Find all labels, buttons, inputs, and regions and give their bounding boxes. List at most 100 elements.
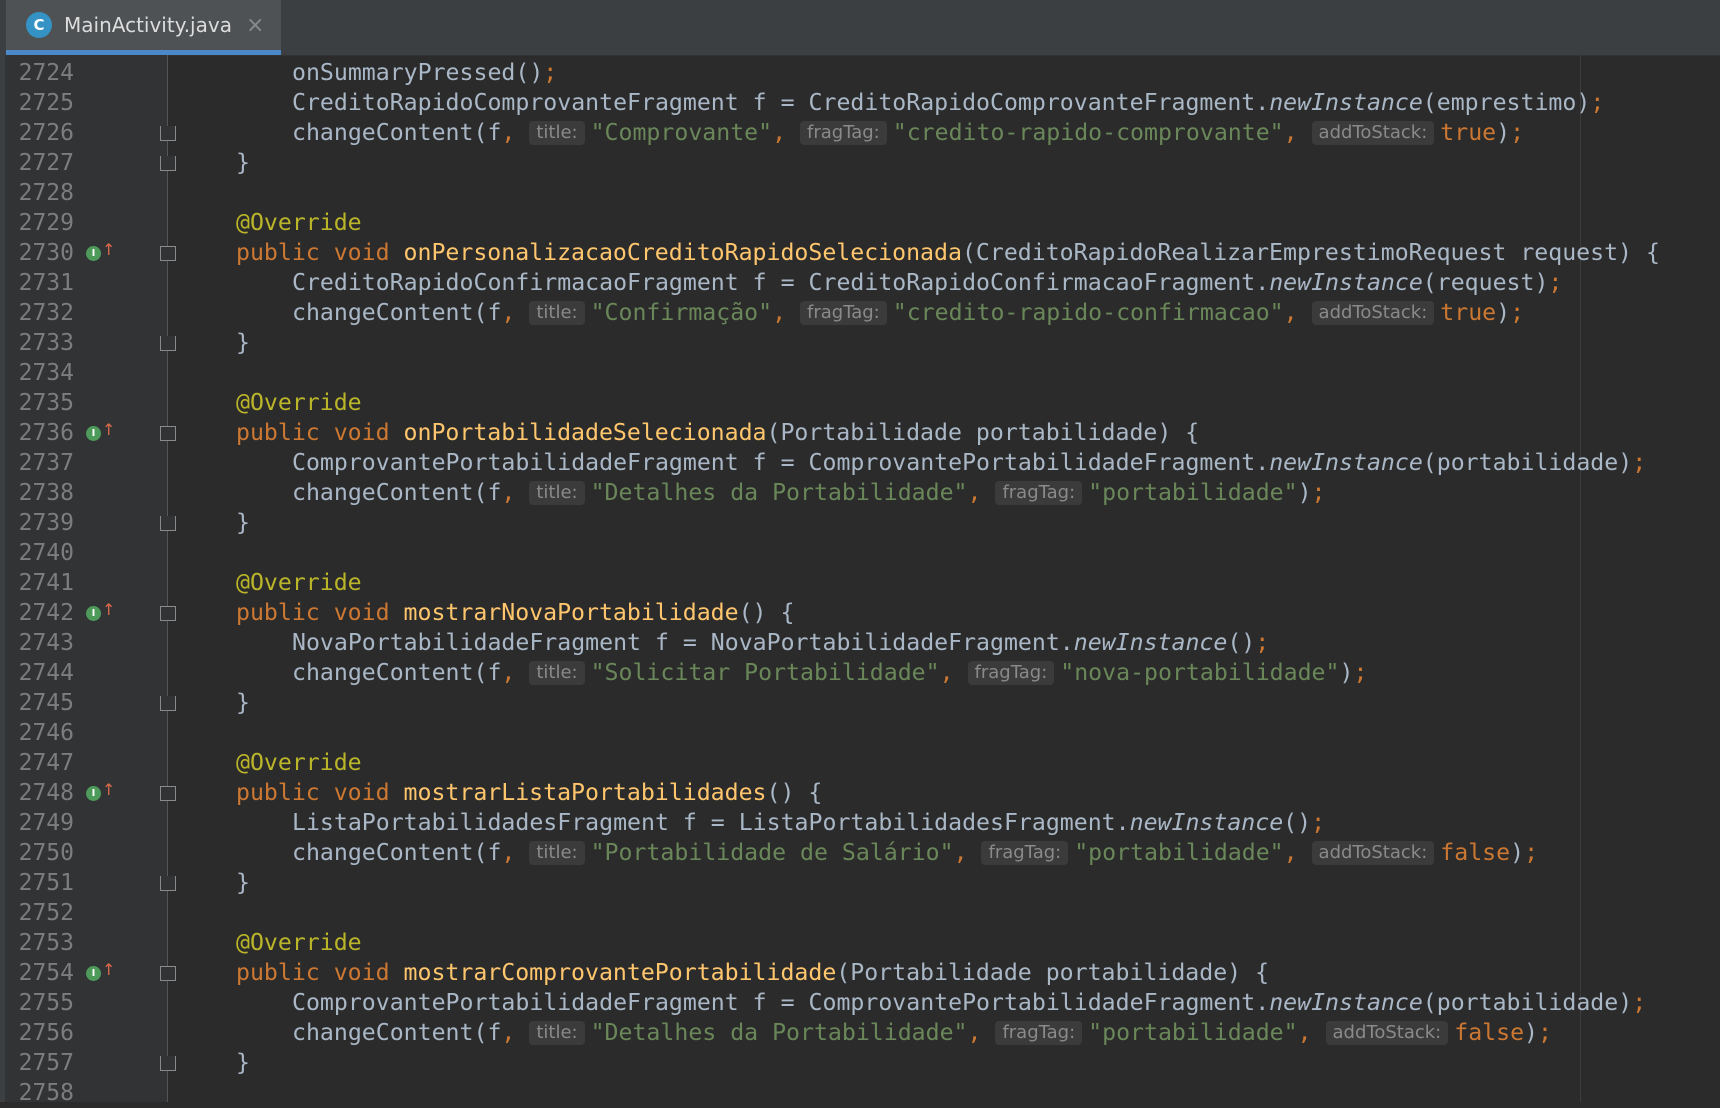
code-line[interactable]: 2746: [0, 718, 1720, 748]
line-number[interactable]: 2750: [14, 838, 74, 868]
line-number[interactable]: 2732: [14, 298, 74, 328]
fold-end-icon[interactable]: [160, 336, 176, 351]
line-number[interactable]: 2730: [14, 238, 74, 268]
code-line[interactable]: 2743 NovaPortabilidadeFragment f = NovaPo…: [0, 628, 1720, 658]
code-line[interactable]: 2724 onSummaryPressed();: [0, 58, 1720, 88]
line-number[interactable]: 2735: [14, 388, 74, 418]
code-line[interactable]: 2745}: [0, 688, 1720, 718]
line-number[interactable]: 2744: [14, 658, 74, 688]
code-editor[interactable]: 2724 onSummaryPressed(); 2725 CreditoRapido…: [0, 0, 1720, 1106]
line-number[interactable]: 2737: [14, 448, 74, 478]
code-token: ;: [1632, 989, 1647, 1016]
line-number[interactable]: 2746: [14, 718, 74, 748]
line-number[interactable]: 2725: [14, 88, 74, 118]
implements-method-icon[interactable]: I ↑: [86, 960, 116, 984]
code-line[interactable]: 2748 I ↑ public void mostrarListaPortabilid…: [0, 778, 1720, 808]
code-line[interactable]: 2729 @Override: [0, 208, 1720, 238]
code-line[interactable]: 2733}: [0, 328, 1720, 358]
line-number[interactable]: 2748: [14, 778, 74, 808]
code-line[interactable]: 2726 changeContent(f, title: "Comprovante"…: [0, 118, 1720, 148]
line-number[interactable]: 2751: [14, 868, 74, 898]
code-line[interactable]: 2754 I ↑ public void mostrarComprovantePort…: [0, 958, 1720, 988]
line-number[interactable]: 2749: [14, 808, 74, 838]
implements-method-icon[interactable]: I ↑: [86, 240, 116, 264]
code-line[interactable]: 2756 changeContent(f, title: "Detalhes da …: [0, 1018, 1720, 1048]
code-token: "Detalhes da Portabilidade": [590, 479, 968, 506]
code-text: @Override: [236, 928, 362, 958]
code-line[interactable]: 2728: [0, 178, 1720, 208]
implements-method-icon[interactable]: I ↑: [86, 780, 116, 804]
parameter-hint: addToStack:: [1311, 121, 1435, 145]
line-number[interactable]: 2740: [14, 538, 74, 568]
fold-start-icon[interactable]: [160, 786, 176, 801]
code-text: changeContent(f, title: "Solicitar Portab…: [292, 658, 1367, 688]
line-number[interactable]: 2736: [14, 418, 74, 448]
line-number[interactable]: 2752: [14, 898, 74, 928]
code-line[interactable]: 2725 CreditoRapidoComprovanteFragment f =…: [0, 88, 1720, 118]
line-number[interactable]: 2731: [14, 268, 74, 298]
code-line[interactable]: 2736 I ↑ public void onPortabilidadeSelecio…: [0, 418, 1720, 448]
fold-start-icon[interactable]: [160, 426, 176, 441]
line-number[interactable]: 2756: [14, 1018, 74, 1048]
line-number[interactable]: 2727: [14, 148, 74, 178]
code-line[interactable]: 2732 changeContent(f, title: "Confirmação"…: [0, 298, 1720, 328]
code-line[interactable]: 2749 ListaPortabilidadesFragment f = List…: [0, 808, 1720, 838]
code-text: changeContent(f, title: "Detalhes da Port…: [292, 1018, 1552, 1048]
line-number[interactable]: 2745: [14, 688, 74, 718]
code-line[interactable]: 2750 changeContent(f, title: "Portabilidad…: [0, 838, 1720, 868]
implements-method-icon[interactable]: I ↑: [86, 420, 116, 444]
code-line[interactable]: 2758: [0, 1078, 1720, 1108]
code-line[interactable]: 2735 @Override: [0, 388, 1720, 418]
fold-start-icon[interactable]: [160, 966, 176, 981]
line-number[interactable]: 2743: [14, 628, 74, 658]
code-line[interactable]: 2755 ComprovantePortabilidadeFragment f =…: [0, 988, 1720, 1018]
fold-end-icon[interactable]: [160, 126, 176, 141]
code-token: "portabilidade": [1074, 839, 1284, 866]
code-line[interactable]: 2751}: [0, 868, 1720, 898]
line-number[interactable]: 2739: [14, 508, 74, 538]
code-token: }: [236, 1049, 250, 1076]
code-line[interactable]: 2731 CreditoRapidoConfirmacaoFragment f =…: [0, 268, 1720, 298]
code-line[interactable]: 2747 @Override: [0, 748, 1720, 778]
fold-end-icon[interactable]: [160, 516, 176, 531]
implements-method-icon[interactable]: I ↑: [86, 600, 116, 624]
line-number[interactable]: 2758: [14, 1078, 74, 1108]
line-number[interactable]: 2728: [14, 178, 74, 208]
code-line[interactable]: 2737 ComprovantePortabilidadeFragment f =…: [0, 448, 1720, 478]
code-line[interactable]: 2740: [0, 538, 1720, 568]
code-line[interactable]: 2752: [0, 898, 1720, 928]
line-number[interactable]: 2724: [14, 58, 74, 88]
fold-start-icon[interactable]: [160, 606, 176, 621]
code-line[interactable]: 2757}: [0, 1048, 1720, 1078]
code-text: public void mostrarComprovantePortabilid…: [236, 958, 1269, 988]
line-number[interactable]: 2726: [14, 118, 74, 148]
code-line[interactable]: 2739}: [0, 508, 1720, 538]
interface-icon: I: [86, 606, 101, 621]
line-number[interactable]: 2754: [14, 958, 74, 988]
fold-end-icon[interactable]: [160, 696, 176, 711]
line-number[interactable]: 2729: [14, 208, 74, 238]
code-line[interactable]: 2742 I ↑ public void mostrarNovaPortabilida…: [0, 598, 1720, 628]
code-line[interactable]: 2730 I ↑ public void onPersonalizacaoCredit…: [0, 238, 1720, 268]
code-token: () {: [766, 779, 823, 806]
line-number[interactable]: 2734: [14, 358, 74, 388]
code-line[interactable]: 2734: [0, 358, 1720, 388]
fold-start-icon[interactable]: [160, 246, 176, 261]
code-line[interactable]: 2744 changeContent(f, title: "Solicitar Po…: [0, 658, 1720, 688]
line-number[interactable]: 2741: [14, 568, 74, 598]
line-number[interactable]: 2753: [14, 928, 74, 958]
fold-end-icon[interactable]: [160, 876, 176, 891]
fold-end-icon[interactable]: [160, 1056, 176, 1071]
code-token: "portabilidade": [1088, 1019, 1298, 1046]
fold-end-icon[interactable]: [160, 156, 176, 171]
code-line[interactable]: 2753 @Override: [0, 928, 1720, 958]
line-number[interactable]: 2742: [14, 598, 74, 628]
line-number[interactable]: 2755: [14, 988, 74, 1018]
line-number[interactable]: 2733: [14, 328, 74, 358]
code-line[interactable]: 2738 changeContent(f, title: "Detalhes da …: [0, 478, 1720, 508]
code-line[interactable]: 2727}: [0, 148, 1720, 178]
code-line[interactable]: 2741 @Override: [0, 568, 1720, 598]
line-number[interactable]: 2738: [14, 478, 74, 508]
line-number[interactable]: 2747: [14, 748, 74, 778]
line-number[interactable]: 2757: [14, 1048, 74, 1078]
